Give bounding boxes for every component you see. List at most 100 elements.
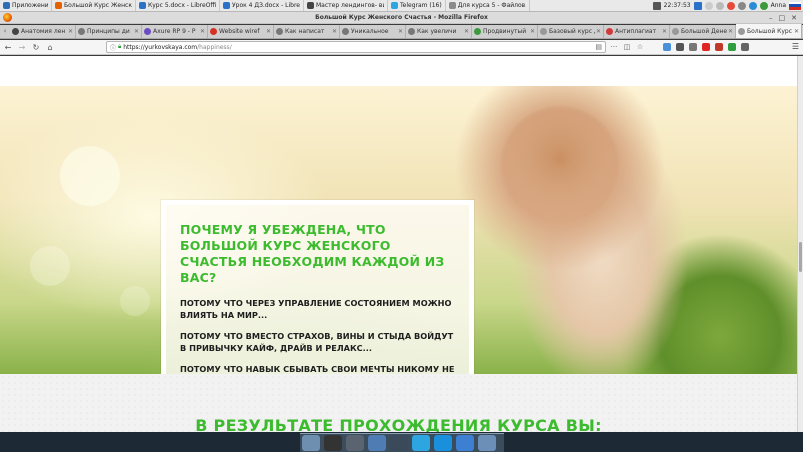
os-task-button[interactable]: Telegram (16) xyxy=(388,0,446,11)
os-task-button[interactable]: Для курса 5 - Файлов... xyxy=(446,0,530,11)
url-host[interactable]: https://yurkovskaya.com xyxy=(123,44,197,51)
browser-tab[interactable]: Антиплагиат ✕ xyxy=(604,25,670,38)
battery-icon[interactable] xyxy=(715,1,724,10)
tab-close-icon[interactable]: ✕ xyxy=(530,28,535,35)
browser-tab[interactable]: Продвинутый ✕ xyxy=(472,25,538,38)
navigation-toolbar: ← → ↻ ⌂ ⓘ 🔒︎ https://yurkovskaya.com /ha… xyxy=(0,40,803,55)
home-icon[interactable]: ⌂ xyxy=(44,41,56,53)
url-path[interactable]: /happiness/ xyxy=(197,44,232,51)
os-task-label: Большой Курс Женско... xyxy=(64,2,132,9)
network-icon[interactable] xyxy=(693,1,702,10)
tab-close-icon[interactable]: ✕ xyxy=(200,28,205,35)
tab-close-icon[interactable]: ✕ xyxy=(794,28,799,35)
os-task-button[interactable]: Приложения xyxy=(0,0,52,11)
scrollbar-thumb[interactable] xyxy=(799,242,802,272)
system-tray: 22:37:53 Anna xyxy=(652,0,803,11)
maximize-icon[interactable]: □ xyxy=(779,14,786,22)
favicon-icon xyxy=(12,28,19,35)
browser-tab[interactable]: Принципы ди ✕ xyxy=(76,25,142,38)
app-icon xyxy=(307,2,314,9)
bookmark-star-icon[interactable]: ☆ xyxy=(636,43,644,51)
info-icon[interactable]: ⓘ xyxy=(110,43,116,52)
browser-tab[interactable]: Axure RP 9 - P ✕ xyxy=(142,25,208,38)
reasons-card: ПОЧЕМУ Я УБЕЖДЕНА, ЧТО БОЛЬШОЙ КУРС ЖЕНС… xyxy=(161,200,474,389)
browser-tab[interactable]: Большой Курс Ж✕ xyxy=(736,24,802,38)
extension-icon[interactable] xyxy=(702,43,710,51)
minimize-icon[interactable]: – xyxy=(769,14,773,22)
files-icon[interactable] xyxy=(302,435,320,451)
tab-label: Анатомия лен xyxy=(21,28,66,35)
browser-tab[interactable]: Уникальное ✕ xyxy=(340,25,406,38)
menu-hamburger-icon[interactable]: ☰ xyxy=(792,42,799,51)
browser-tab[interactable]: Большой Денеж✕ xyxy=(670,25,736,38)
os-task-list: Приложения Большой Курс Женско... Курс 5.d… xyxy=(0,0,530,11)
cloud-icon[interactable] xyxy=(748,1,757,10)
search-icon[interactable] xyxy=(390,435,408,451)
reason-paragraph-2: ПОТОМУ ЧТО ВМЕСТО СТРАХОВ, ВИНЫ И СТЫДА … xyxy=(180,331,454,353)
lock-icon[interactable]: 🔒︎ xyxy=(118,43,121,51)
browser-tab[interactable]: Базовый курс д ✕ xyxy=(538,25,604,38)
os-task-button[interactable]: Урок 4 ДЗ.docx - LibreO... xyxy=(220,0,304,11)
user-name[interactable]: Anna xyxy=(771,2,786,9)
bluetooth-icon[interactable] xyxy=(704,1,713,10)
tab-close-icon[interactable]: ✕ xyxy=(662,28,667,35)
settings-icon[interactable] xyxy=(737,1,746,10)
tab-close-icon[interactable]: ✕ xyxy=(464,28,469,35)
page-scrollbar[interactable] xyxy=(797,56,803,432)
favicon-icon xyxy=(342,28,349,35)
updates-icon[interactable] xyxy=(759,1,768,10)
document-icon[interactable] xyxy=(456,435,474,451)
web-page: ПОЧЕМУ Я УБЕЖДЕНА, ЧТО БОЛЬШОЙ КУРС ЖЕНС… xyxy=(0,56,797,432)
extension-icon[interactable] xyxy=(689,43,697,51)
tab-close-icon[interactable]: ✕ xyxy=(728,28,733,35)
extension-icon[interactable] xyxy=(676,43,684,51)
browser-globe-icon[interactable] xyxy=(368,435,386,451)
tab-scroll-left-icon[interactable]: ‹ xyxy=(0,25,10,38)
monitor-icon[interactable] xyxy=(346,435,364,451)
app-icon xyxy=(223,2,230,9)
os-task-button[interactable]: Большой Курс Женско... xyxy=(52,0,136,11)
reader-view-icon[interactable]: ▤ xyxy=(595,43,602,51)
terminal-icon[interactable] xyxy=(324,435,342,451)
close-icon[interactable]: ✕ xyxy=(791,14,797,22)
tab-close-icon[interactable]: ✕ xyxy=(134,28,139,35)
pocket-icon[interactable]: ◫ xyxy=(623,43,631,51)
forward-icon[interactable]: → xyxy=(16,41,28,53)
favicon-icon xyxy=(144,28,151,35)
reload-icon[interactable]: ↻ xyxy=(30,41,42,53)
extension-icon[interactable] xyxy=(715,43,723,51)
browser-tab[interactable]: Анатомия лен ✕ xyxy=(10,25,76,38)
tab-close-icon[interactable]: ✕ xyxy=(68,28,73,35)
notification-icon[interactable] xyxy=(726,1,735,10)
favicon-icon xyxy=(540,28,547,35)
extension-icon[interactable] xyxy=(663,43,671,51)
os-task-label: Telegram (16) xyxy=(400,2,442,9)
folder-icon[interactable] xyxy=(478,435,496,451)
back-icon[interactable]: ← xyxy=(2,41,14,53)
telegram-icon[interactable] xyxy=(412,435,430,451)
tab-close-icon[interactable]: ✕ xyxy=(596,28,601,35)
extension-icon[interactable] xyxy=(728,43,736,51)
app-icon xyxy=(139,2,146,9)
volume-icon[interactable] xyxy=(652,1,661,10)
os-task-button[interactable]: Мастер лендингов- ви... xyxy=(304,0,388,11)
browser-tab[interactable]: Website wiref ✕ xyxy=(208,25,274,38)
extension-icon[interactable] xyxy=(741,43,749,51)
tab-close-icon[interactable]: ✕ xyxy=(332,28,337,35)
page-actions-icon[interactable]: ··· xyxy=(610,43,618,51)
tab-label: Как увеличи xyxy=(417,28,457,35)
tab-label: Website wiref xyxy=(219,28,260,35)
app-icon xyxy=(3,2,10,9)
os-task-button[interactable]: Курс 5.docx - LibreOffic... xyxy=(136,0,220,11)
extension-icons xyxy=(663,43,749,51)
clock[interactable]: 22:37:53 xyxy=(664,2,691,9)
os-task-label: Мастер лендингов- ви... xyxy=(316,2,384,9)
tab-close-icon[interactable]: ✕ xyxy=(266,28,271,35)
skype-icon[interactable] xyxy=(434,435,452,451)
language-flag-icon[interactable] xyxy=(789,1,801,10)
browser-tab[interactable]: Как написат ✕ xyxy=(274,25,340,38)
tab-close-icon[interactable]: ✕ xyxy=(398,28,403,35)
tab-label: Продвинутый xyxy=(483,28,527,35)
browser-tab[interactable]: Как увеличи ✕ xyxy=(406,25,472,38)
url-bar[interactable]: ⓘ 🔒︎ https://yurkovskaya.com /happiness/… xyxy=(106,41,606,53)
